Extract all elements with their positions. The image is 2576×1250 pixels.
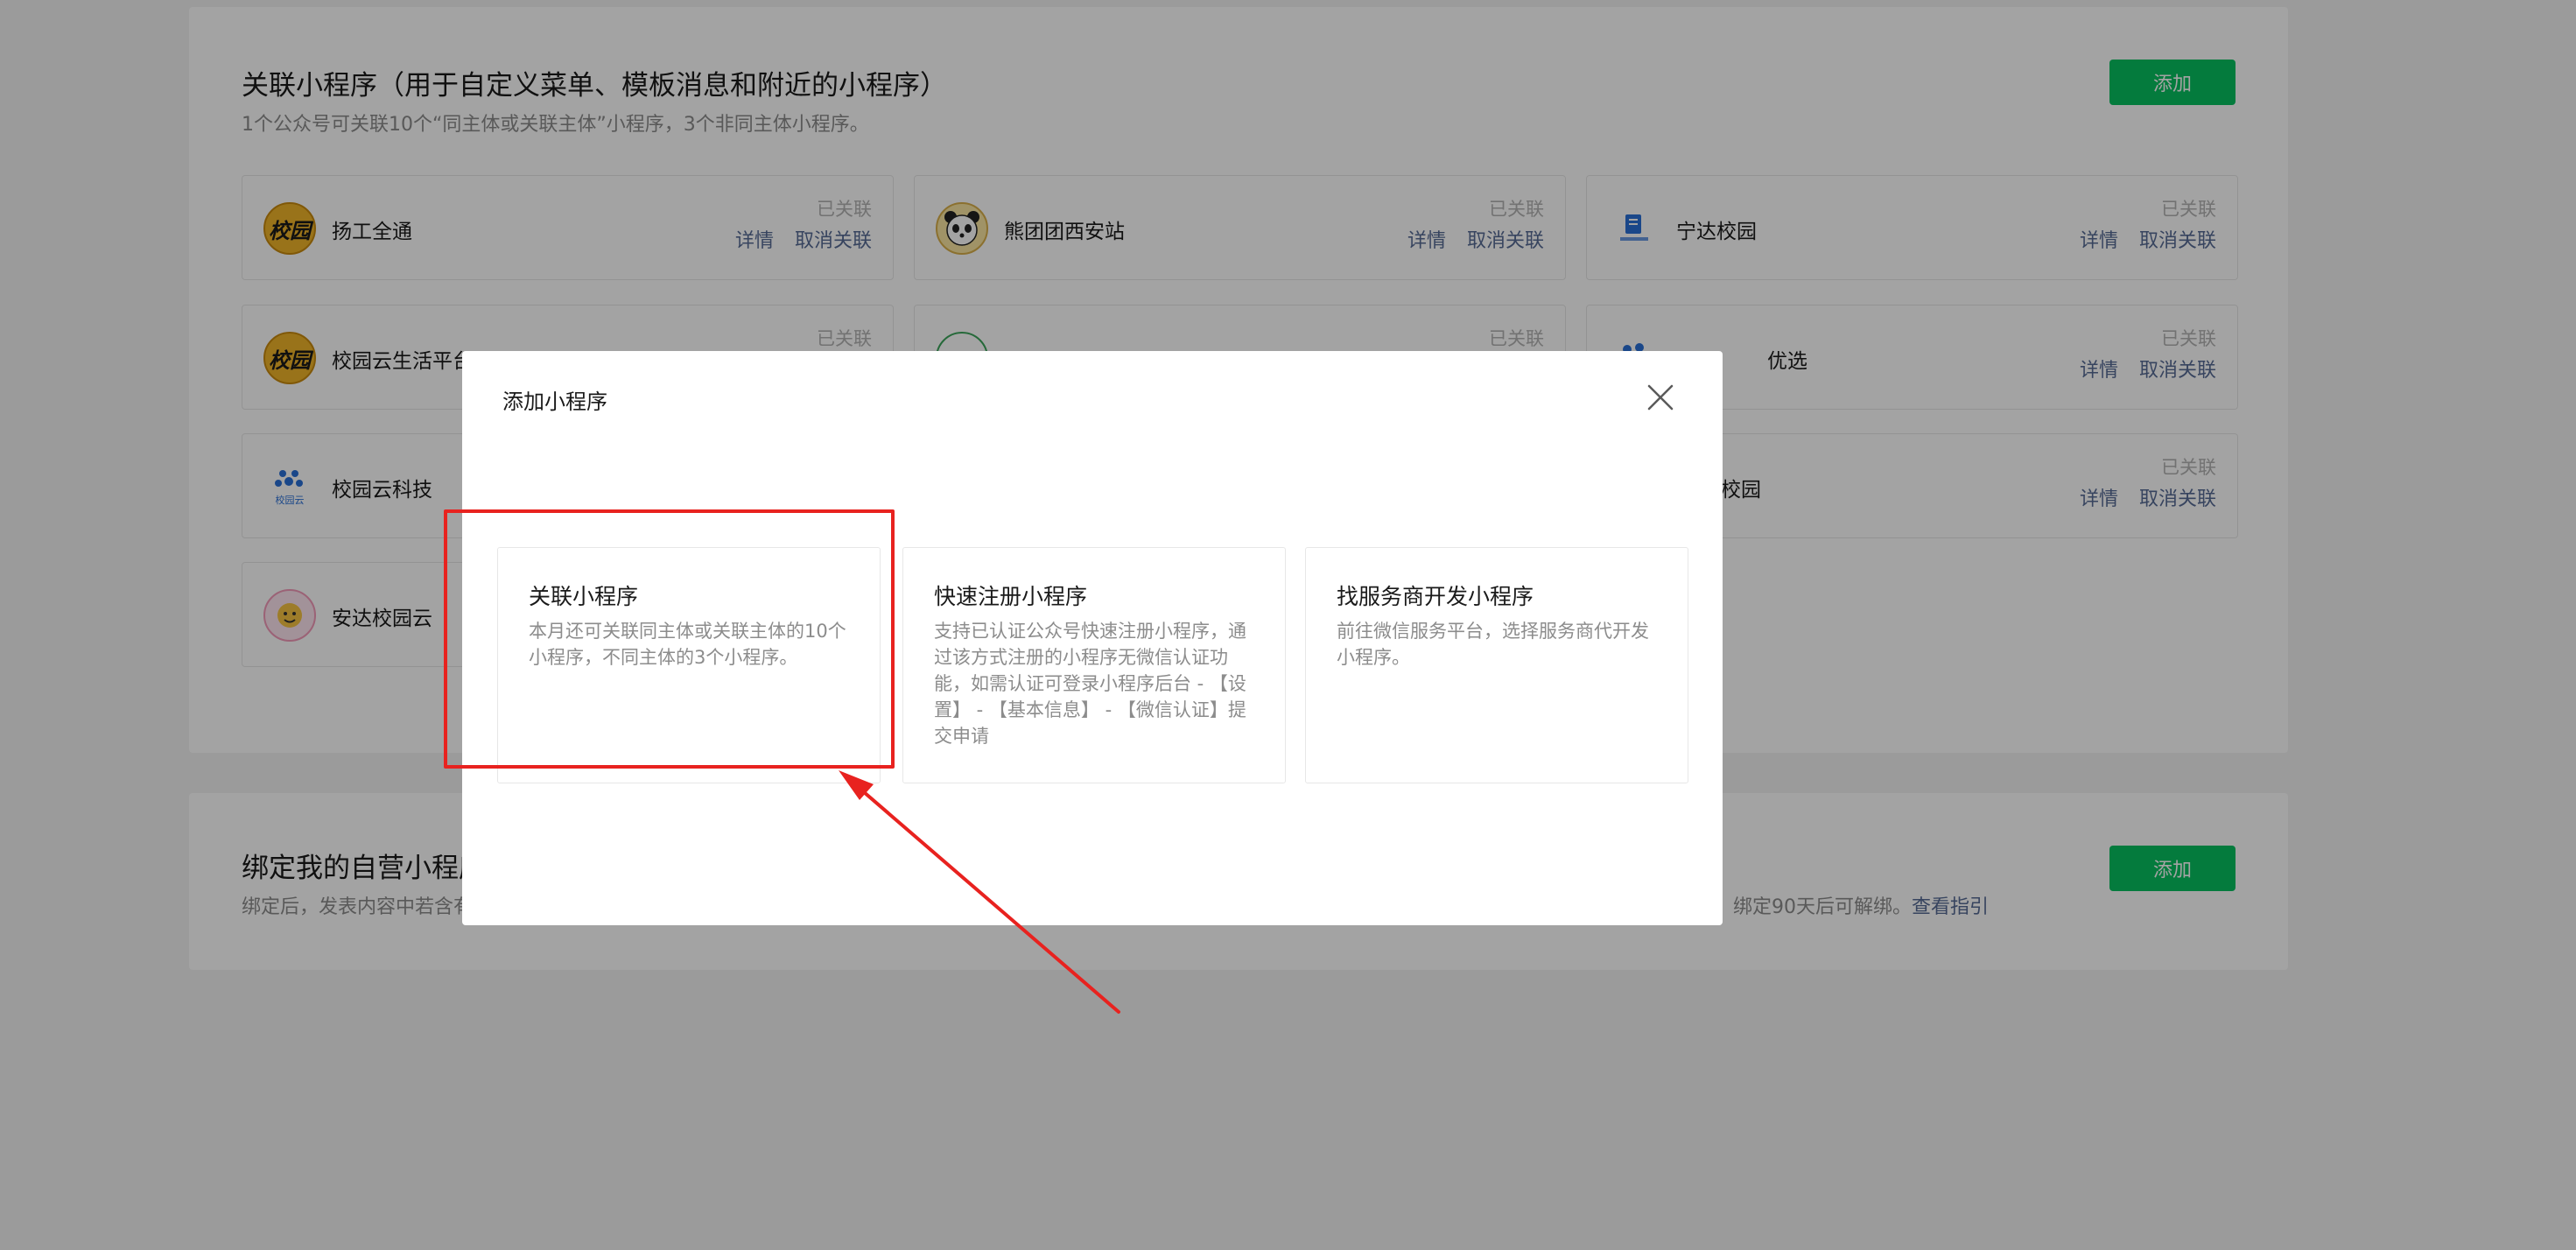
option-title: 找服务商开发小程序 <box>1337 584 1534 609</box>
dialog-title: 添加小程序 <box>502 390 607 414</box>
option-service-provider[interactable]: 找服务商开发小程序 前往微信服务平台，选择服务商代开发小程序。 <box>1305 547 1688 783</box>
close-icon[interactable] <box>1644 381 1677 414</box>
option-desc: 前往微信服务平台，选择服务商代开发小程序。 <box>1337 621 1649 668</box>
option-quick-register[interactable]: 快速注册小程序 支持已认证公众号快速注册小程序，通过该方式注册的小程序无微信认证… <box>902 547 1286 783</box>
option-title: 快速注册小程序 <box>934 584 1088 609</box>
highlight-box <box>444 509 895 769</box>
option-desc: 支持已认证公众号快速注册小程序，通过该方式注册的小程序无微信认证功能，如需认证可… <box>934 621 1246 747</box>
